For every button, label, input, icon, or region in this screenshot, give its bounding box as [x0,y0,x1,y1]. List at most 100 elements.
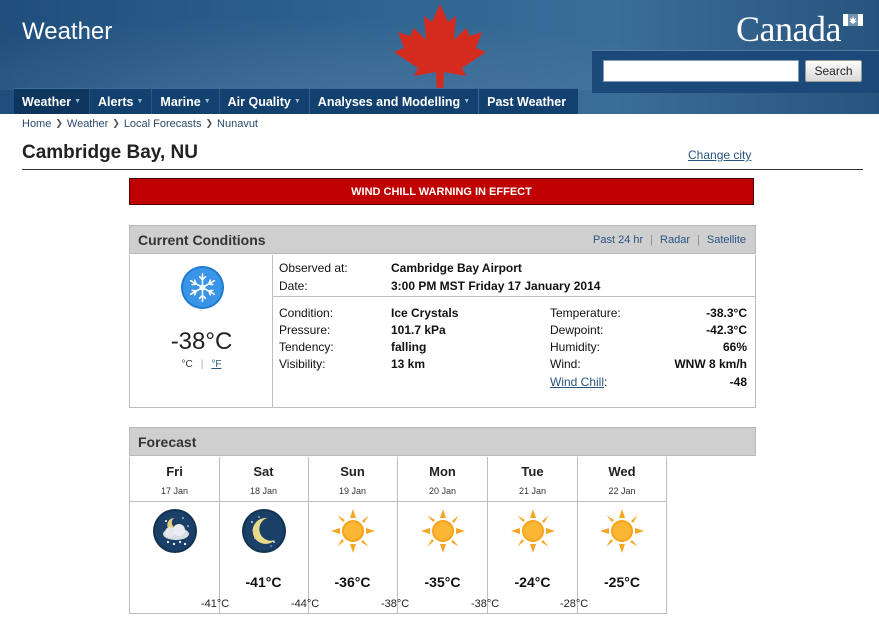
app-title[interactable]: Weather [22,18,112,46]
forecast-day-name: Fri [166,464,183,479]
forecast-date: 21 Jan [518,486,547,496]
forecast-day-name: Tue [521,464,544,479]
sunny-icon[interactable] [420,508,466,554]
forecast-low: -28°C [560,598,589,610]
current-conditions-panel: -38°C °C | °F Observed at: Cambridge Bay A… [129,255,756,408]
temperature-value: -38.3°C [706,306,747,320]
forecast-day: Wed 22 Jan -25°C [577,457,667,613]
forecast-high: -25°C [604,574,640,590]
breadcrumb-local-forecasts[interactable]: Local Forecasts [124,118,202,130]
forecast-day-name: Mon [429,464,456,479]
search-button[interactable]: Search [805,60,862,82]
breadcrumb-home[interactable]: Home [22,118,51,130]
canada-flag-icon [843,14,863,26]
maple-leaf-icon [394,4,486,94]
forecast-panel: Fri 17 Jan Sat 18 Jan -41°C Sun 19 Jan -… [129,457,667,614]
pressure-label: Pressure: [279,323,331,337]
nav-label: Past Weather [487,94,567,109]
breadcrumb-nunavut[interactable]: Nunavut [217,118,258,130]
nav-item-weather[interactable]: Weather ▼ [14,88,90,114]
date-value: 3:00 PM MST Friday 17 January 2014 [391,279,601,293]
current-conditions-header: Current Conditions Past 24 hr | Radar | … [129,225,756,254]
nav-label: Weather [22,94,72,109]
pressure-value: 101.7 kPa [391,323,446,337]
wind-label: Wind: [550,357,581,371]
forecast-high: -41°C [245,574,282,590]
unit-toggle: °C | °F [130,359,273,370]
visibility-label: Visibility: [279,357,326,371]
tendency-label: Tendency: [279,340,334,354]
forecast-low: -38°C [381,598,410,610]
nav-item-marine[interactable]: Marine ▼ [152,88,219,114]
warning-banner[interactable]: WIND CHILL WARNING IN EFFECT [129,178,754,205]
past-24hr-link[interactable]: Past 24 hr [593,234,643,246]
main-nav: Weather ▼ Alerts ▼ Marine ▼ Air Quality ▼ An… [14,88,579,114]
divider [130,501,219,502]
sunny-icon[interactable] [510,508,556,554]
divider [488,501,577,502]
date-label: Date: [279,279,308,293]
condition-label: Condition: [279,306,334,320]
breadcrumb-weather[interactable]: Weather [67,118,108,130]
chevron-down-icon: ▼ [203,98,211,105]
forecast-high: -36°C [334,574,371,590]
section-heading: Current Conditions [138,232,266,248]
ice-crystals-icon [180,265,225,310]
change-city-link[interactable]: Change city [688,148,751,162]
current-conditions-links: Past 24 hr | Radar | Satellite [593,234,746,246]
wind-chill-value: -48 [729,375,747,389]
link-separator: | [650,234,654,246]
forecast-low: -41°C [201,598,230,610]
forecast-date: 18 Jan [249,486,278,496]
clear-night-moon-icon[interactable] [241,508,287,554]
divider [577,501,667,502]
dewpoint-value: -42.3°C [706,323,747,337]
forecast-high: -24°C [514,574,551,590]
canada-wordmark: Canada [736,9,841,49]
forecast-low: -38°C [471,598,500,610]
nav-item-alerts[interactable]: Alerts ▼ [90,88,152,114]
humidity-value: 66% [722,340,747,354]
forecast-day-name: Sun [340,464,365,479]
forecast-day: Fri 17 Jan [130,457,220,613]
observed-at-label: Observed at: [279,261,348,275]
cloudy-night-snow-icon[interactable] [152,508,198,554]
temperature-label: Temperature: [550,306,621,320]
fahrenheit-link[interactable]: °F [211,359,221,370]
nav-item-past-weather[interactable]: Past Weather [479,88,579,114]
nav-label: Analyses and Modelling [317,94,461,109]
link-separator: | [697,234,700,246]
radar-link[interactable]: Radar [660,234,690,246]
search-input[interactable] [603,60,799,82]
breadcrumb: Home ❯ Weather ❯ Local Forecasts ❯ Nunav… [22,118,258,130]
forecast-date: 19 Jan [338,486,367,496]
chevron-down-icon: ▼ [136,98,144,105]
breadcrumb-separator-icon: ❯ [205,118,214,128]
divider [308,501,397,502]
forecast-day-name: Wed [608,464,636,479]
celsius-unit: °C [181,359,193,370]
sunny-icon[interactable] [599,508,645,554]
nav-label: Marine [160,94,201,109]
nav-label: Alerts [98,94,134,109]
current-temperature: -38°C [170,328,233,355]
nav-item-air-quality[interactable]: Air Quality ▼ [219,88,309,114]
forecast-day: Tue 21 Jan -24°C [488,457,578,613]
wind-value: WNW 8 km/h [674,357,747,371]
forecast-high: -35°C [424,574,461,590]
tendency-value: falling [391,340,427,354]
forecast-day: Sun 19 Jan -36°C [308,457,398,613]
condition-value: Ice Crystals [391,306,459,320]
nav-item-analyses-modelling[interactable]: Analyses and Modelling ▼ [309,88,479,114]
current-summary: -38°C °C | °F [130,255,273,407]
forecast-date: 20 Jan [428,486,457,496]
divider [219,501,308,502]
satellite-link[interactable]: Satellite [707,234,746,246]
wind-chill-link[interactable]: Wind Chill [550,375,604,389]
forecast-date: 17 Jan [160,486,189,496]
dewpoint-label: Dewpoint: [550,323,604,337]
breadcrumb-separator-icon: ❯ [112,118,120,128]
wind-chill-colon: : [604,375,608,389]
sunny-icon[interactable] [330,508,376,554]
nav-label: Air Quality [227,94,291,109]
